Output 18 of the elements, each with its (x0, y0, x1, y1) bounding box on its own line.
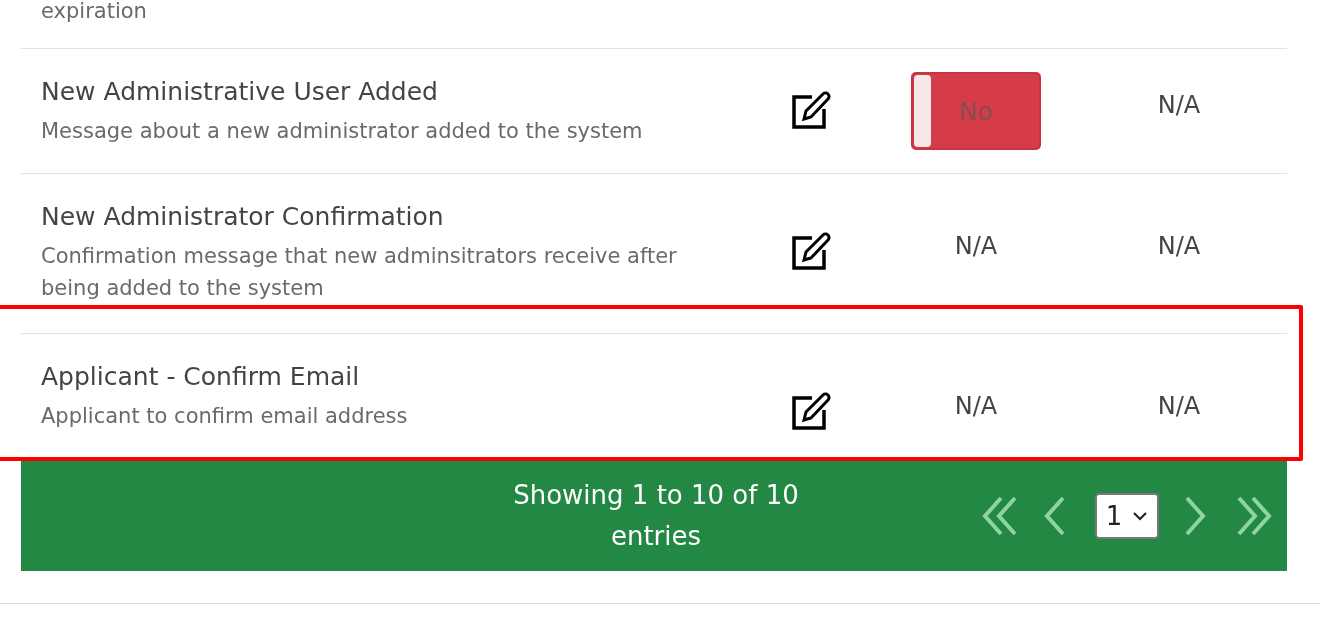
chevron-down-icon (1132, 511, 1149, 521)
table-cell-text: N/A (1157, 90, 1201, 121)
edit-icon[interactable] (790, 390, 832, 432)
table-cell-text: N/A (1157, 231, 1201, 262)
edit-icon[interactable] (790, 89, 832, 131)
table-cell-text: N/A (954, 231, 998, 262)
row-title: New Administrative User Added (41, 76, 439, 108)
row-description: Message about a new administrator added to the system (41, 118, 644, 145)
row-description: Applicant to confirm email address (41, 403, 409, 430)
row-description: expiration (41, 0, 147, 25)
table-cell-text: N/A (1157, 391, 1201, 422)
row-description: Confirmation message that new adminsitrators receive after being added to the system (41, 243, 678, 302)
row-title: New Administrator Confirmation (41, 201, 445, 233)
row-title: Applicant - Confirm Email (41, 361, 361, 393)
edit-icon[interactable] (790, 230, 832, 272)
entries-info: Showing 1 to 10 of 10 entries (512, 479, 800, 553)
table-cell-text: N/A (954, 391, 998, 422)
page-select[interactable]: 1 (1095, 493, 1159, 539)
